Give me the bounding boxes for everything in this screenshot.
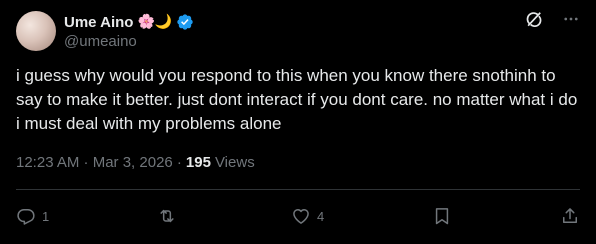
display-name[interactable]: Ume Aino [64,14,133,31]
tweet-header: Ume Aino 🌸🌙 @umeaino [16,9,580,53]
reply-button[interactable]: 1 [16,200,49,232]
like-count: 4 [316,208,325,224]
avatar[interactable] [16,11,56,51]
name-row: Ume Aino 🌸🌙 [64,12,194,32]
grok-icon[interactable] [524,9,544,29]
views-count: 195 [185,153,211,171]
handle[interactable]: @umeaino [64,33,194,50]
verified-badge-icon[interactable] [176,13,194,31]
user-identity: Ume Aino 🌸🌙 @umeaino [64,12,194,50]
divider [16,189,580,190]
header-actions [524,9,580,29]
repost-button[interactable] [157,200,183,232]
action-bar: 1 4 [16,200,580,232]
share-button[interactable] [560,200,580,232]
tweet-card: Ume Aino 🌸🌙 @umeaino i guess why would y… [0,0,596,244]
reply-icon [16,206,36,226]
share-icon [560,206,580,226]
bookmark-icon [432,206,452,226]
bookmark-button[interactable] [432,200,452,232]
name-emojis: 🌸🌙 [137,14,173,30]
post-meta: 12:23 AM · Mar 3, 2026 · 195 Views [16,152,255,172]
like-button[interactable]: 4 [291,200,324,232]
repost-icon [157,206,177,226]
heart-icon [291,206,311,226]
reply-count: 1 [42,208,50,224]
post-text: i guess why would you respond to this wh… [16,66,578,133]
post-timestamp[interactable]: 12:23 AM · Mar 3, 2026 · [16,154,182,171]
more-dots-icon[interactable] [562,10,580,28]
views-label: Views [214,153,255,171]
